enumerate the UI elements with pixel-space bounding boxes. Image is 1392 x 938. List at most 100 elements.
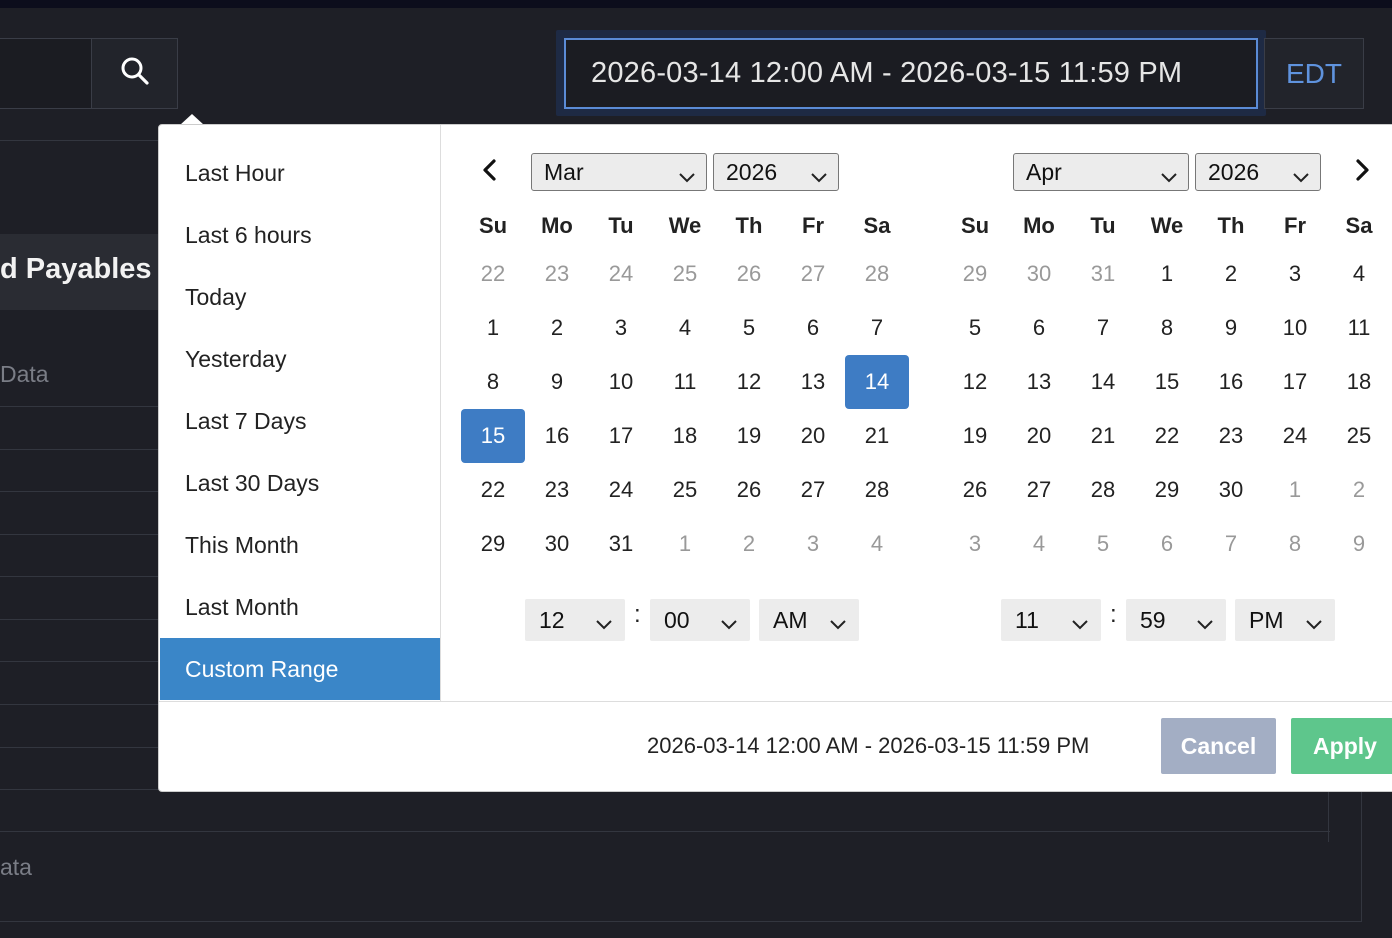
hour-select-end[interactable]: 11 bbox=[1001, 599, 1101, 641]
calendar-day[interactable]: 5 bbox=[1071, 517, 1135, 571]
calendar-day[interactable]: 24 bbox=[589, 463, 653, 517]
calendar-day[interactable]: 27 bbox=[781, 463, 845, 517]
calendar-day[interactable]: 14 bbox=[1071, 355, 1135, 409]
calendar-day[interactable]: 2 bbox=[1199, 247, 1263, 301]
minute-select-start[interactable]: 00 bbox=[650, 599, 750, 641]
calendar-day[interactable]: 4 bbox=[653, 301, 717, 355]
calendar-day[interactable]: 9 bbox=[1199, 301, 1263, 355]
calendar-day[interactable]: 14 bbox=[845, 355, 909, 409]
calendar-day[interactable]: 3 bbox=[781, 517, 845, 571]
calendar-day[interactable]: 27 bbox=[781, 247, 845, 301]
calendar-day[interactable]: 12 bbox=[717, 355, 781, 409]
calendar-day[interactable]: 24 bbox=[1263, 409, 1327, 463]
month-select-left[interactable]: Mar bbox=[531, 153, 707, 191]
calendar-day[interactable]: 26 bbox=[717, 463, 781, 517]
calendar-day[interactable]: 5 bbox=[717, 301, 781, 355]
calendar-day[interactable]: 13 bbox=[781, 355, 845, 409]
calendar-day[interactable]: 17 bbox=[589, 409, 653, 463]
calendar-day[interactable]: 4 bbox=[845, 517, 909, 571]
calendar-day[interactable]: 6 bbox=[1007, 301, 1071, 355]
calendar-day[interactable]: 19 bbox=[943, 409, 1007, 463]
calendar-day[interactable]: 12 bbox=[943, 355, 1007, 409]
calendar-day[interactable]: 16 bbox=[525, 409, 589, 463]
cancel-button[interactable]: Cancel bbox=[1161, 718, 1276, 774]
calendar-day[interactable]: 27 bbox=[1007, 463, 1071, 517]
range-custom[interactable]: Custom Range bbox=[160, 638, 440, 700]
prev-month-button[interactable] bbox=[475, 157, 505, 187]
calendar-day[interactable]: 1 bbox=[653, 517, 717, 571]
date-range-input[interactable]: 2026-03-14 12:00 AM - 2026-03-15 11:59 P… bbox=[564, 38, 1258, 109]
calendar-day[interactable]: 25 bbox=[1327, 409, 1391, 463]
calendar-day[interactable]: 29 bbox=[461, 517, 525, 571]
calendar-day[interactable]: 25 bbox=[653, 463, 717, 517]
calendar-day[interactable]: 4 bbox=[1327, 247, 1391, 301]
calendar-day[interactable]: 8 bbox=[461, 355, 525, 409]
calendar-day[interactable]: 16 bbox=[1199, 355, 1263, 409]
calendar-day[interactable]: 29 bbox=[943, 247, 1007, 301]
calendar-day[interactable]: 21 bbox=[1071, 409, 1135, 463]
calendar-day[interactable]: 4 bbox=[1007, 517, 1071, 571]
range-last-7-days[interactable]: Last 7 Days bbox=[160, 390, 440, 452]
calendar-day[interactable]: 26 bbox=[943, 463, 1007, 517]
calendar-day[interactable]: 28 bbox=[1071, 463, 1135, 517]
calendar-day[interactable]: 2 bbox=[525, 301, 589, 355]
year-select-right[interactable]: 2026 bbox=[1195, 153, 1321, 191]
calendar-day[interactable]: 10 bbox=[589, 355, 653, 409]
range-yesterday[interactable]: Yesterday bbox=[160, 328, 440, 390]
calendar-day[interactable]: 6 bbox=[781, 301, 845, 355]
ampm-select-start[interactable]: AM bbox=[759, 599, 859, 641]
calendar-day[interactable]: 8 bbox=[1263, 517, 1327, 571]
apply-button[interactable]: Apply bbox=[1291, 718, 1392, 774]
calendar-day[interactable]: 28 bbox=[845, 463, 909, 517]
calendar-day[interactable]: 8 bbox=[1135, 301, 1199, 355]
range-last-30-days[interactable]: Last 30 Days bbox=[160, 452, 440, 514]
calendar-day[interactable]: 2 bbox=[717, 517, 781, 571]
range-last-month[interactable]: Last Month bbox=[160, 576, 440, 638]
calendar-day[interactable]: 15 bbox=[1135, 355, 1199, 409]
range-last-6-hours[interactable]: Last 6 hours bbox=[160, 204, 440, 266]
calendar-day[interactable]: 23 bbox=[525, 247, 589, 301]
calendar-day[interactable]: 20 bbox=[781, 409, 845, 463]
next-month-button[interactable] bbox=[1347, 157, 1377, 187]
year-select-left[interactable]: 2026 bbox=[713, 153, 839, 191]
calendar-day[interactable]: 7 bbox=[845, 301, 909, 355]
calendar-day[interactable]: 25 bbox=[653, 247, 717, 301]
calendar-day[interactable]: 7 bbox=[1071, 301, 1135, 355]
calendar-day[interactable]: 7 bbox=[1199, 517, 1263, 571]
calendar-day[interactable]: 23 bbox=[525, 463, 589, 517]
calendar-day[interactable]: 19 bbox=[717, 409, 781, 463]
minute-select-end[interactable]: 59 bbox=[1126, 599, 1226, 641]
calendar-day[interactable]: 17 bbox=[1263, 355, 1327, 409]
calendar-day[interactable]: 13 bbox=[1007, 355, 1071, 409]
hour-select-start[interactable]: 12 bbox=[525, 599, 625, 641]
calendar-day[interactable]: 31 bbox=[1071, 247, 1135, 301]
calendar-day[interactable]: 20 bbox=[1007, 409, 1071, 463]
ampm-select-end[interactable]: PM bbox=[1235, 599, 1335, 641]
calendar-day[interactable]: 9 bbox=[1327, 517, 1391, 571]
calendar-day[interactable]: 22 bbox=[1135, 409, 1199, 463]
calendar-day[interactable]: 10 bbox=[1263, 301, 1327, 355]
search-button[interactable] bbox=[91, 38, 178, 109]
calendar-day[interactable]: 28 bbox=[845, 247, 909, 301]
calendar-day[interactable]: 24 bbox=[589, 247, 653, 301]
calendar-day[interactable]: 18 bbox=[1327, 355, 1391, 409]
calendar-day[interactable]: 2 bbox=[1327, 463, 1391, 517]
range-this-month[interactable]: This Month bbox=[160, 514, 440, 576]
calendar-day[interactable]: 3 bbox=[1263, 247, 1327, 301]
search-input[interactable] bbox=[0, 38, 92, 109]
calendar-day[interactable]: 15 bbox=[461, 409, 525, 463]
calendar-day[interactable]: 22 bbox=[461, 463, 525, 517]
calendar-day[interactable]: 21 bbox=[845, 409, 909, 463]
calendar-day[interactable]: 31 bbox=[589, 517, 653, 571]
calendar-day[interactable]: 30 bbox=[525, 517, 589, 571]
calendar-day[interactable]: 1 bbox=[1135, 247, 1199, 301]
calendar-day[interactable]: 3 bbox=[943, 517, 1007, 571]
calendar-day[interactable]: 1 bbox=[1263, 463, 1327, 517]
calendar-day[interactable]: 23 bbox=[1199, 409, 1263, 463]
calendar-day[interactable]: 11 bbox=[653, 355, 717, 409]
calendar-day[interactable]: 11 bbox=[1327, 301, 1391, 355]
calendar-day[interactable]: 18 bbox=[653, 409, 717, 463]
calendar-day[interactable]: 29 bbox=[1135, 463, 1199, 517]
range-last-hour[interactable]: Last Hour bbox=[160, 142, 440, 204]
calendar-day[interactable]: 5 bbox=[943, 301, 1007, 355]
